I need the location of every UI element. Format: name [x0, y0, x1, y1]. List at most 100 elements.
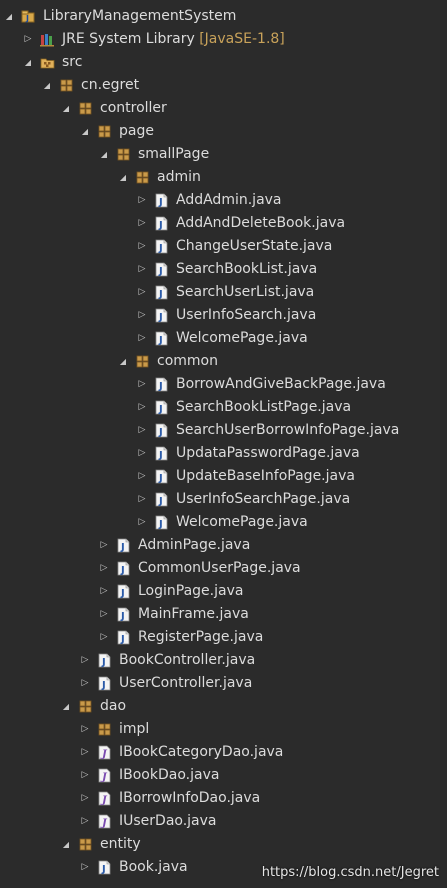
collapsed-arrow-icon[interactable] — [99, 557, 109, 580]
java-file-icon: J — [154, 285, 169, 300]
collapsed-arrow-icon[interactable] — [137, 235, 147, 258]
collapsed-arrow-icon[interactable] — [137, 465, 147, 488]
collapsed-arrow-icon[interactable] — [137, 511, 147, 534]
svg-text:J: J — [120, 565, 125, 576]
svg-text:J: J — [101, 680, 106, 691]
tree-item-label: WelcomePage.java — [176, 330, 308, 346]
tree-item[interactable]: admin — [0, 166, 447, 189]
collapsed-arrow-icon[interactable] — [80, 787, 90, 810]
tree-item[interactable]: J WelcomePage.java — [0, 511, 447, 534]
tree-item-label: IBorrowInfoDao.java — [119, 790, 261, 806]
tree-item[interactable]: J BookController.java — [0, 649, 447, 672]
collapsed-arrow-icon[interactable] — [137, 189, 147, 212]
collapsed-arrow-icon[interactable] — [137, 396, 147, 419]
svg-text:J: J — [158, 266, 163, 277]
expanded-arrow-icon[interactable] — [118, 166, 128, 189]
tree-item[interactable]: J IUserDao.java — [0, 810, 447, 833]
tree-item[interactable]: J AddAdmin.java — [0, 189, 447, 212]
tree-item[interactable]: J MainFrame.java — [0, 603, 447, 626]
tree-item[interactable]: impl — [0, 718, 447, 741]
java-file-icon: J — [116, 630, 131, 645]
tree-item[interactable]: common — [0, 350, 447, 373]
collapsed-arrow-icon[interactable] — [137, 488, 147, 511]
tree-item[interactable]: J UpdataPasswordPage.java — [0, 442, 447, 465]
java-file-icon: J — [154, 469, 169, 484]
tree-item[interactable]: cn.egret — [0, 74, 447, 97]
collapsed-arrow-icon[interactable] — [80, 649, 90, 672]
tree-item[interactable]: J SearchUserBorrowInfoPage.java — [0, 419, 447, 442]
tree-item-label: UpdateBaseInfoPage.java — [176, 468, 355, 484]
tree-item[interactable]: J IBookDao.java — [0, 764, 447, 787]
expanded-arrow-icon[interactable] — [42, 74, 52, 97]
tree-item[interactable]: J LibraryManagementSystem — [0, 5, 447, 28]
tree-item[interactable]: page — [0, 120, 447, 143]
tree-item[interactable]: J BorrowAndGiveBackPage.java — [0, 373, 447, 396]
collapsed-arrow-icon[interactable] — [80, 672, 90, 695]
expanded-arrow-icon[interactable] — [23, 51, 33, 74]
svg-text:J: J — [158, 197, 163, 208]
tree-item[interactable]: J UserInfoSearchPage.java — [0, 488, 447, 511]
tree-item-label: AddAndDeleteBook.java — [176, 215, 346, 231]
expanded-arrow-icon[interactable] — [99, 143, 109, 166]
collapsed-arrow-icon[interactable] — [80, 764, 90, 787]
collapsed-arrow-icon[interactable] — [80, 741, 90, 764]
expanded-arrow-icon[interactable] — [61, 833, 71, 856]
tree-item-label: IUserDao.java — [119, 813, 217, 829]
tree-item[interactable]: J CommonUserPage.java — [0, 557, 447, 580]
svg-text:J: J — [101, 864, 106, 875]
tree-item-label: UserInfoSearchPage.java — [176, 491, 351, 507]
collapsed-arrow-icon[interactable] — [137, 212, 147, 235]
tree-item[interactable]: J SearchBookListPage.java — [0, 396, 447, 419]
collapsed-arrow-icon[interactable] — [23, 28, 33, 51]
java-file-icon: J — [154, 492, 169, 507]
tree-item[interactable]: J LoginPage.java — [0, 580, 447, 603]
tree-item[interactable]: J WelcomePage.java — [0, 327, 447, 350]
tree-item[interactable]: J UserInfoSearch.java — [0, 304, 447, 327]
tree-item[interactable]: smallPage — [0, 143, 447, 166]
tree-item[interactable]: J SearchUserList.java — [0, 281, 447, 304]
tree-item[interactable]: src — [0, 51, 447, 74]
collapsed-arrow-icon[interactable] — [137, 281, 147, 304]
tree-item[interactable]: J UpdateBaseInfoPage.java — [0, 465, 447, 488]
collapsed-arrow-icon[interactable] — [137, 258, 147, 281]
expanded-arrow-icon[interactable] — [61, 97, 71, 120]
tree-item-label: AddAdmin.java — [176, 192, 282, 208]
tree-item-label: common — [157, 353, 218, 369]
expanded-arrow-icon[interactable] — [4, 5, 14, 28]
tree-item[interactable]: JRE System Library [JavaSE-1.8] — [0, 28, 447, 51]
tree-item[interactable]: J AdminPage.java — [0, 534, 447, 557]
tree-item[interactable]: J UserController.java — [0, 672, 447, 695]
java-file-icon: J — [154, 377, 169, 392]
tree-item[interactable]: J AddAndDeleteBook.java — [0, 212, 447, 235]
collapsed-arrow-icon[interactable] — [137, 442, 147, 465]
collapsed-arrow-icon[interactable] — [80, 810, 90, 833]
java-file-icon: J — [154, 400, 169, 415]
collapsed-arrow-icon[interactable] — [137, 327, 147, 350]
collapsed-arrow-icon[interactable] — [80, 856, 90, 879]
collapsed-arrow-icon[interactable] — [99, 534, 109, 557]
collapsed-arrow-icon[interactable] — [99, 580, 109, 603]
svg-text:J: J — [158, 335, 163, 346]
collapsed-arrow-icon[interactable] — [99, 626, 109, 649]
tree-item[interactable]: J ChangeUserState.java — [0, 235, 447, 258]
collapsed-arrow-icon[interactable] — [80, 718, 90, 741]
tree-item[interactable]: dao — [0, 695, 447, 718]
expanded-arrow-icon[interactable] — [80, 120, 90, 143]
tree-item[interactable]: entity — [0, 833, 447, 856]
tree-item[interactable]: J IBookCategoryDao.java — [0, 741, 447, 764]
collapsed-arrow-icon[interactable] — [137, 373, 147, 396]
tree-item-label: cn.egret — [81, 77, 140, 93]
collapsed-arrow-icon[interactable] — [137, 304, 147, 327]
collapsed-arrow-icon[interactable] — [99, 603, 109, 626]
svg-text:J: J — [158, 496, 163, 507]
tree-item-label: UserController.java — [119, 675, 253, 691]
tree-item[interactable]: J RegisterPage.java — [0, 626, 447, 649]
tree-item[interactable]: J SearchBookList.java — [0, 258, 447, 281]
expanded-arrow-icon[interactable] — [61, 695, 71, 718]
tree-item[interactable]: J IBorrowInfoDao.java — [0, 787, 447, 810]
java-file-icon: J — [116, 538, 131, 553]
tree-item[interactable]: controller — [0, 97, 447, 120]
tree-item-label: AdminPage.java — [138, 537, 251, 553]
expanded-arrow-icon[interactable] — [118, 350, 128, 373]
collapsed-arrow-icon[interactable] — [137, 419, 147, 442]
